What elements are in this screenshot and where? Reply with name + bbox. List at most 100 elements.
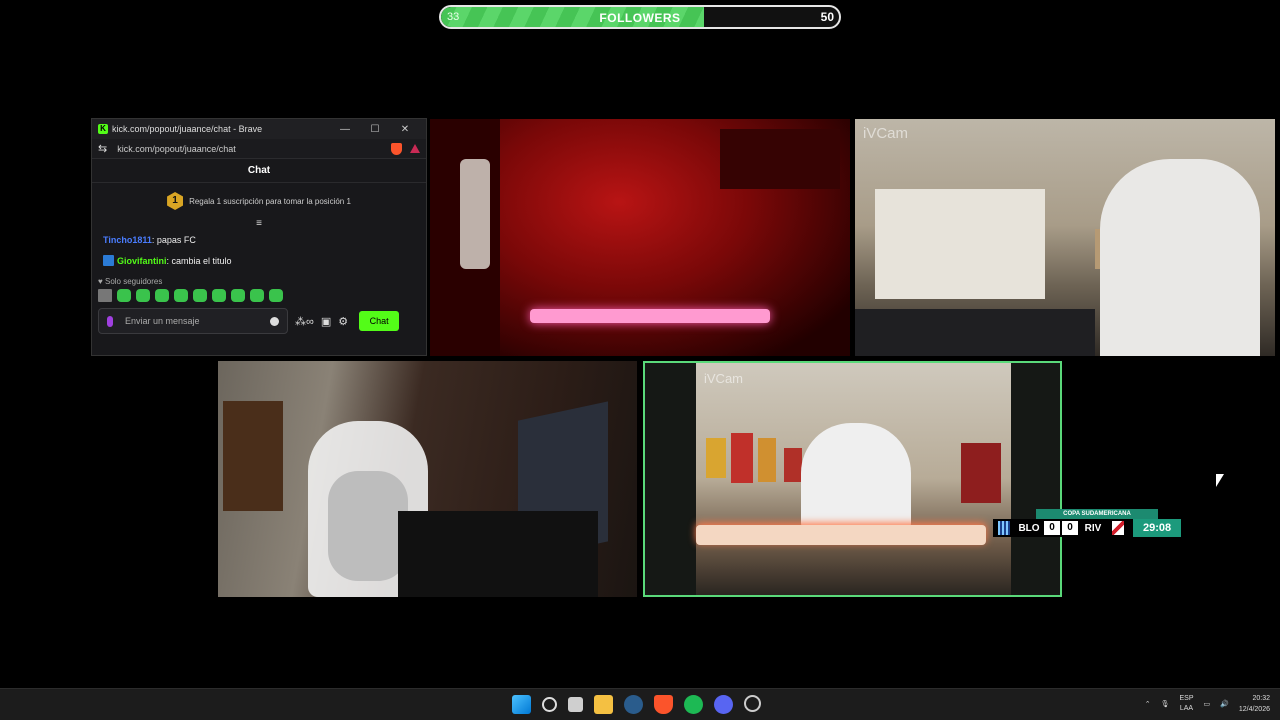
lang-code: ESP (1179, 695, 1194, 702)
chat-input-row: Enviar un mensaje ⁂∞ ▣ ⚙ Chat (92, 304, 426, 338)
drink-can (460, 159, 490, 269)
ivcam-frame: iVCam (696, 363, 1011, 595)
lang-layout: LAA (1179, 705, 1194, 712)
wall-art (731, 433, 753, 483)
bottle (961, 443, 1001, 503)
settings-icon[interactable]: ⚙ (338, 315, 348, 328)
ivcam-watermark: iVCam (863, 125, 909, 142)
followers-goal-bar: 33 FOLLOWERS 50 (439, 5, 841, 29)
emoji-icon[interactable] (270, 316, 279, 326)
chat-message: Tincho1811 : papas FC (92, 229, 426, 250)
sub-gift-promo[interactable]: 1 Regala 1 suscripción para tomar la pos… (92, 183, 426, 219)
system-tray: ⌃ 🎙 ESP LAA ▭ 🔊 20:32 12/4/2026 (1145, 693, 1270, 715)
emote-icon[interactable] (212, 289, 226, 302)
wooden-chair (223, 401, 283, 511)
shelf (720, 129, 840, 189)
home-score: 0 (1044, 521, 1060, 535)
brave-icon[interactable] (654, 695, 673, 714)
cabinet (875, 189, 1045, 299)
language-indicator[interactable]: ESP LAA (1179, 694, 1193, 714)
followers-label: FOLLOWERS (599, 11, 681, 25)
network-icon[interactable]: ▭ (1204, 700, 1211, 708)
infinity-icon[interactable]: ⁂∞ (295, 315, 314, 328)
minimize-icon[interactable]: — (330, 124, 360, 135)
url-text[interactable]: kick.com/popout/juaance/chat (117, 144, 391, 154)
taskbar-apps (512, 695, 761, 714)
chat-text: : cambia el titulo (166, 255, 232, 266)
emote-icon[interactable] (155, 289, 169, 302)
wall-art (758, 438, 776, 482)
app-icon[interactable] (744, 695, 761, 712)
window-titlebar[interactable]: K kick.com/popout/juaance/chat - Brave —… (92, 119, 426, 139)
user-badge-icon (103, 255, 114, 266)
task-view-icon[interactable] (568, 697, 583, 712)
chat-text: : papas FC (151, 234, 196, 245)
chat-popout-window: K kick.com/popout/juaance/chat - Brave —… (91, 118, 427, 356)
steam-icon[interactable] (624, 695, 643, 714)
store-icon[interactable]: ▣ (321, 315, 331, 328)
person-seated (328, 471, 408, 581)
clock-time: 20:32 (1252, 695, 1270, 702)
match-scoreboard: BLO 0 0 RIV 29:08 (993, 519, 1182, 537)
followers-goal: 50 (820, 10, 834, 24)
wall-art (706, 438, 726, 478)
window-title: kick.com/popout/juaance/chat - Brave (112, 124, 263, 134)
rank-badge: 1 (167, 192, 184, 210)
emote-icon[interactable] (174, 289, 188, 302)
heart-icon: ♥ (98, 277, 103, 286)
away-team: RIV (1084, 522, 1102, 534)
followers-only-notice: ♥ Solo seguidores (92, 271, 426, 287)
home-team: BLO (1018, 522, 1040, 534)
chat-input[interactable]: Enviar un mensaje (98, 308, 288, 334)
volume-icon[interactable]: 🔊 (1220, 700, 1229, 708)
emote-icon[interactable] (136, 289, 150, 302)
mouse-cursor-icon (1216, 474, 1224, 487)
emote-icon[interactable] (98, 289, 112, 302)
pinned-toggle-icon[interactable]: ≡ (92, 219, 426, 229)
ivcam-watermark: iVCam (704, 371, 744, 386)
tray-mic-icon[interactable]: 🎙 (1161, 700, 1170, 708)
site-settings-icon[interactable]: ⇆ (98, 142, 107, 155)
address-bar[interactable]: ⇆ kick.com/popout/juaance/chat (92, 139, 426, 159)
tray-overflow-icon[interactable]: ⌃ (1145, 700, 1151, 708)
chat-input-placeholder[interactable]: Enviar un mensaje (125, 316, 270, 326)
lit-keyboard (696, 525, 986, 545)
desk (398, 511, 598, 597)
search-icon[interactable] (542, 697, 557, 712)
competition-banner: COPA SUDAMERICANA (1036, 509, 1158, 519)
close-icon[interactable]: ✕ (390, 124, 420, 135)
followers-only-text: Solo seguidores (104, 277, 163, 286)
emote-icon[interactable] (193, 289, 207, 302)
emote-icon[interactable] (231, 289, 245, 302)
mic-icon[interactable] (107, 315, 113, 327)
camera-feed-ivcam-top: iVCam (855, 119, 1275, 356)
emote-icon[interactable] (117, 289, 131, 302)
keyboard-desk (855, 309, 1095, 356)
brave-shield-icon[interactable] (391, 142, 402, 155)
discord-icon[interactable] (714, 695, 733, 714)
wall-art (784, 448, 802, 482)
away-team-crest-icon (1112, 521, 1124, 535)
home-team-crest-icon (998, 521, 1010, 535)
camera-feed-ivcam-active: iVCam (643, 361, 1062, 597)
windows-start-icon[interactable] (512, 695, 531, 714)
brave-rewards-icon[interactable] (410, 144, 420, 153)
camera-feed-chair-room (218, 361, 637, 597)
person-at-desk (801, 423, 911, 533)
stream-scene: 33 FOLLOWERS 50 K kick.com/popout/juaanc… (0, 0, 1280, 720)
chat-message: Giovifantini : cambia el titulo (92, 250, 426, 271)
emote-icon[interactable] (250, 289, 264, 302)
chat-username[interactable]: Giovifantini (117, 256, 167, 266)
send-chat-button[interactable]: Chat (359, 311, 400, 331)
file-explorer-icon[interactable] (594, 695, 613, 714)
spotify-icon[interactable] (684, 695, 703, 714)
maximize-icon[interactable]: ☐ (360, 124, 390, 135)
taskbar-clock[interactable]: 20:32 12/4/2026 (1239, 693, 1270, 715)
emote-bar (92, 287, 426, 304)
windows-taskbar: ⌃ 🎙 ESP LAA ▭ 🔊 20:32 12/4/2026 (0, 688, 1280, 720)
person-hoodie (1100, 159, 1260, 356)
lit-keyboard (530, 309, 770, 323)
kick-logo-icon: K (98, 124, 108, 134)
chat-username[interactable]: Tincho1811 (103, 235, 152, 245)
emote-icon[interactable] (269, 289, 283, 302)
